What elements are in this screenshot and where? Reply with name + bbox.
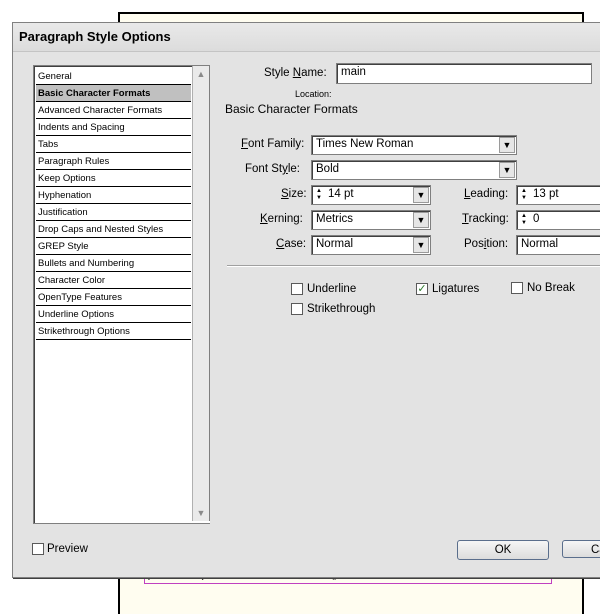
position-select[interactable]: Normal [516, 235, 600, 255]
kerning-value: Metrics [316, 213, 354, 225]
category-item[interactable]: OpenType Features [36, 289, 191, 306]
font-style-select[interactable]: Bold ▼ [311, 160, 517, 180]
category-item[interactable]: Advanced Character Formats [36, 102, 191, 119]
ligatures-label: Ligatures [432, 283, 480, 295]
location-label: Location: [295, 89, 332, 99]
category-item[interactable]: Justification [36, 204, 191, 221]
size-label: Size: [281, 188, 307, 200]
ok-button[interactable]: OK [457, 540, 549, 560]
kerning-select[interactable]: Metrics ▼ [311, 210, 431, 230]
category-item[interactable]: Keep Options [36, 170, 191, 187]
kerning-label: Kerning: [260, 213, 303, 225]
section-heading: Basic Character Formats [225, 102, 358, 116]
category-item[interactable]: Paragraph Rules [36, 153, 191, 170]
chevron-down-icon[interactable]: ▼ [499, 162, 515, 178]
stepper-icon[interactable]: ▲ ▼ [519, 213, 529, 227]
underline-label: Underline [307, 283, 357, 295]
category-item[interactable]: Strikethrough Options [36, 323, 191, 340]
style-name-label: Style Name: [264, 67, 327, 79]
tracking-combo[interactable]: ▲ ▼ 0 [516, 210, 600, 230]
position-label: Position: [464, 238, 509, 250]
preview-label: Preview [47, 543, 88, 555]
case-value: Normal [316, 238, 354, 250]
stepper-icon[interactable]: ▲ ▼ [519, 188, 529, 202]
scroll-down-icon[interactable]: ▼ [193, 505, 209, 521]
font-style-value: Bold [316, 163, 340, 175]
chevron-down-icon[interactable]: ▼ [413, 187, 429, 203]
size-combo[interactable]: ▲ ▼ 14 pt ▼ [311, 185, 431, 205]
case-select[interactable]: Normal ▼ [311, 235, 431, 255]
font-family-label: Font Family: [241, 138, 305, 150]
category-item[interactable]: Underline Options [36, 306, 191, 323]
style-name-input[interactable]: main [336, 63, 592, 84]
position-value: Normal [521, 238, 559, 250]
case-label: Case: [276, 238, 307, 250]
category-item[interactable]: Hyphenation [36, 187, 191, 204]
style-name-value: main [341, 66, 366, 78]
stepper-icon[interactable]: ▲ ▼ [314, 188, 324, 202]
scroll-up-icon[interactable]: ▲ [193, 66, 209, 82]
font-family-value: Times New Roman [316, 138, 414, 150]
category-item[interactable]: Character Color [36, 272, 191, 289]
category-item[interactable]: General [36, 68, 191, 85]
strikethrough-label: Strikethrough [307, 303, 376, 315]
category-item[interactable]: Tabs [36, 136, 191, 153]
no-break-checkbox[interactable] [511, 282, 523, 294]
chevron-down-icon[interactable]: ▼ [413, 212, 429, 228]
strikethrough-checkbox[interactable] [291, 303, 303, 315]
preview-checkbox[interactable] [32, 543, 44, 555]
title-bar[interactable]: Paragraph Style Options [13, 23, 600, 52]
separator [227, 265, 600, 267]
paragraph-style-options-dialog: Paragraph Style Options General Basic Cha… [12, 22, 600, 578]
dialog-title: Paragraph Style Options [19, 29, 171, 44]
tracking-label: Tracking: [462, 213, 509, 225]
category-item[interactable]: Bullets and Numbering [36, 255, 191, 272]
font-style-label: Font Style: [245, 163, 300, 175]
cancel-button[interactable]: Ca [562, 540, 600, 558]
font-family-select[interactable]: Times New Roman ▼ [311, 135, 517, 155]
chevron-down-icon[interactable]: ▼ [499, 137, 515, 153]
no-break-label: No Break [527, 282, 575, 294]
list-scrollbar[interactable]: ▲ ▼ [192, 66, 210, 521]
checkmark-icon: ✓ [417, 283, 427, 295]
size-value: 14 pt [328, 188, 354, 200]
leading-combo[interactable]: ▲ ▼ 13 pt [516, 185, 600, 205]
underline-checkbox[interactable] [291, 283, 303, 295]
category-item[interactable]: Indents and Spacing [36, 119, 191, 136]
tracking-value: 0 [533, 213, 540, 225]
category-item[interactable]: Basic Character Formats [36, 85, 191, 102]
leading-label: Leading: [464, 188, 509, 200]
leading-value: 13 pt [533, 188, 559, 200]
ligatures-checkbox[interactable]: ✓ [416, 283, 428, 295]
category-item[interactable]: GREP Style [36, 238, 191, 255]
category-list: General Basic Character Formats Advanced C… [33, 65, 210, 524]
chevron-down-icon[interactable]: ▼ [413, 237, 429, 253]
category-item[interactable]: Drop Caps and Nested Styles [36, 221, 191, 238]
